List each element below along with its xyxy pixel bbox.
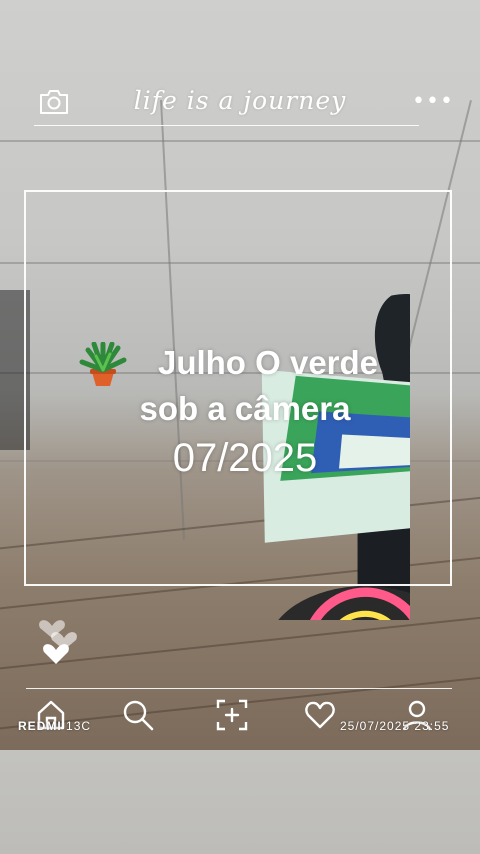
app-title: life is a journey: [133, 86, 347, 115]
post-caption: Julho O verde sob a câmera 07/2025: [60, 340, 430, 484]
caption-line-2: sob a câmera: [139, 390, 351, 427]
bottom-divider: [26, 688, 452, 689]
search-icon[interactable]: [121, 698, 155, 732]
device-brand: REDMI: [18, 719, 62, 733]
top-bar: life is a journey •••: [0, 72, 480, 132]
hearts-icon[interactable]: [36, 608, 86, 668]
device-model: 13C: [66, 719, 92, 733]
device-watermark: REDMI 13C: [18, 719, 91, 733]
bottom-blank-area: [0, 750, 480, 854]
more-horizontal-icon[interactable]: •••: [412, 90, 453, 114]
heart-icon[interactable]: [303, 698, 337, 732]
top-divider: [34, 125, 419, 126]
add-photo-icon[interactable]: [215, 698, 249, 732]
potted-plant-emoji: [79, 342, 127, 386]
caption-date: 07/2025: [172, 436, 318, 480]
datetime-watermark: 25/07/2025 23:55: [340, 719, 450, 733]
